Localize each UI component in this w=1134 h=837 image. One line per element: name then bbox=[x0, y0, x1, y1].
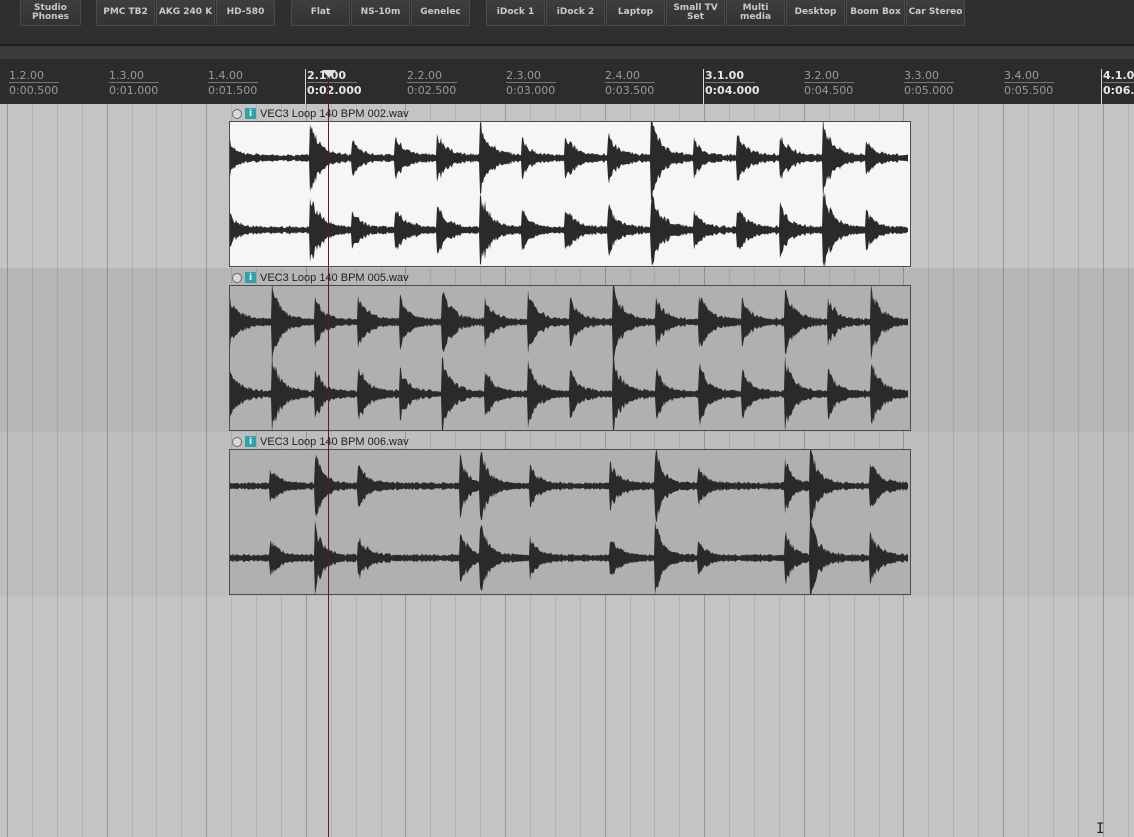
monitor-presets-toolbar: Studio Phones PMC TB2 AKG 240 K HD-580 Flat N… bbox=[0, 0, 1134, 45]
arrange-view[interactable]: i VEC3 Loop 140 BPM 002.wav i VEC3 Loop 140… bbox=[0, 104, 1134, 837]
item-info-icon[interactable]: i bbox=[245, 272, 256, 283]
timeline-ruler[interactable]: 1.2.00 0:00.500 1.3.00 0:01.000 1.4.00 0:01.5… bbox=[0, 60, 1134, 104]
preset-button-idock-1[interactable]: iDock 1 bbox=[486, 0, 545, 26]
preset-button-pmc-tb2[interactable]: PMC TB2 bbox=[96, 0, 155, 26]
waveform-channel bbox=[230, 286, 908, 362]
ruler-beat-label: 1.4.00 bbox=[208, 69, 243, 82]
ruler-time-label: 0:03.500 bbox=[605, 84, 655, 97]
preset-button-car-stereo[interactable]: Car Stereo bbox=[906, 0, 965, 26]
waveform-channel bbox=[230, 192, 908, 266]
bar-line bbox=[1101, 69, 1102, 104]
grid-line bbox=[132, 104, 133, 837]
preset-button-akg-240-k[interactable]: AKG 240 K bbox=[156, 0, 215, 26]
bar-line bbox=[703, 69, 704, 104]
preset-button-hd-580[interactable]: HD-580 bbox=[216, 0, 275, 26]
media-item-waveform[interactable] bbox=[229, 449, 911, 595]
waveform-channel bbox=[230, 354, 908, 430]
ruler-time-label: 0:05.000 bbox=[904, 84, 954, 97]
ruler-beat-label: 1.2.00 bbox=[9, 69, 44, 82]
waveform-graphic bbox=[230, 286, 908, 430]
preset-button-small-tv-set[interactable]: Small TV Set bbox=[666, 0, 725, 26]
grid-line bbox=[1103, 104, 1104, 837]
grid-line bbox=[978, 104, 979, 837]
ruler-beat-label: 2.2.00 bbox=[407, 69, 442, 82]
item-lock-icon[interactable] bbox=[232, 436, 242, 447]
ruler-beat-label: 3.2.00 bbox=[804, 69, 839, 82]
item-info-icon[interactable]: i bbox=[245, 436, 256, 447]
text-cursor-icon: I bbox=[1096, 821, 1105, 837]
preset-button-idock-2[interactable]: iDock 2 bbox=[546, 0, 605, 26]
track-lane[interactable] bbox=[0, 596, 1134, 837]
media-item-header[interactable]: i VEC3 Loop 140 BPM 006.wav bbox=[232, 434, 409, 449]
grid-line bbox=[206, 104, 207, 837]
preset-button-multi-media[interactable]: Multi media bbox=[726, 0, 785, 26]
ruler-beat-label: 4.1.00 bbox=[1103, 69, 1134, 82]
grid-line bbox=[57, 104, 58, 837]
grid-line bbox=[1078, 104, 1079, 837]
grid-line bbox=[1003, 104, 1004, 837]
waveform-graphic bbox=[230, 450, 908, 594]
preset-button-ns-10m[interactable]: NS-10m bbox=[351, 0, 410, 26]
waveform-channel bbox=[230, 519, 908, 594]
preset-button-desktop[interactable]: Desktop bbox=[786, 0, 845, 26]
ruler-time-label: 0:00.500 bbox=[9, 84, 59, 97]
ruler-time-label: 0:01.500 bbox=[208, 84, 258, 97]
grid-line bbox=[953, 104, 954, 837]
toolbar-separator bbox=[0, 45, 1134, 60]
grid-line bbox=[82, 104, 83, 837]
media-item-waveform[interactable] bbox=[229, 285, 911, 431]
ruler-time-label: 0:04.000 bbox=[705, 84, 760, 97]
media-item-header[interactable]: i VEC3 Loop 140 BPM 005.wav bbox=[232, 270, 409, 285]
item-lock-icon[interactable] bbox=[232, 272, 242, 283]
media-item-name: VEC3 Loop 140 BPM 006.wav bbox=[260, 435, 409, 448]
ruler-beat-label: 3.3.00 bbox=[904, 69, 939, 82]
preset-button-flat[interactable]: Flat bbox=[291, 0, 350, 26]
waveform-channel bbox=[230, 122, 908, 201]
ruler-beat-label: 2.3.00 bbox=[506, 69, 541, 82]
ruler-time-label: 0:02.000 bbox=[307, 84, 362, 97]
ruler-time-label: 0:04.500 bbox=[804, 84, 854, 97]
grid-line bbox=[1053, 104, 1054, 837]
media-item-name: VEC3 Loop 140 BPM 002.wav bbox=[260, 107, 409, 120]
ruler-beat-label: 1.3.00 bbox=[109, 69, 144, 82]
item-info-icon[interactable]: i bbox=[245, 108, 256, 119]
grid-line bbox=[1028, 104, 1029, 837]
ruler-time-label: 0:05.500 bbox=[1004, 84, 1054, 97]
grid-line bbox=[156, 104, 157, 837]
grid-line bbox=[181, 104, 182, 837]
playhead-marker-icon[interactable] bbox=[322, 70, 336, 78]
media-item-waveform[interactable] bbox=[229, 121, 911, 267]
playhead-line[interactable] bbox=[328, 68, 329, 837]
media-item-name: VEC3 Loop 140 BPM 005.wav bbox=[260, 271, 409, 284]
preset-button-genelec[interactable]: Genelec bbox=[411, 0, 470, 26]
waveform-graphic bbox=[230, 122, 908, 266]
preset-button-boom-box[interactable]: Boom Box bbox=[846, 0, 905, 26]
grid-line bbox=[107, 104, 108, 837]
media-item-header[interactable]: i VEC3 Loop 140 BPM 002.wav bbox=[232, 106, 409, 121]
ruler-time-label: 0:02.500 bbox=[407, 84, 457, 97]
grid-line bbox=[1128, 104, 1129, 837]
preset-button-laptop[interactable]: Laptop bbox=[606, 0, 665, 26]
preset-button-studio-phones[interactable]: Studio Phones bbox=[20, 0, 81, 26]
item-lock-icon[interactable] bbox=[232, 108, 242, 119]
grid-line bbox=[7, 104, 8, 837]
ruler-time-label: 0:06.000 bbox=[1103, 84, 1134, 97]
ruler-beat-label: 2.4.00 bbox=[605, 69, 640, 82]
waveform-channel bbox=[230, 450, 908, 523]
bar-line bbox=[305, 69, 306, 104]
grid-line bbox=[928, 104, 929, 837]
ruler-time-label: 0:03.000 bbox=[506, 84, 556, 97]
grid-line bbox=[32, 104, 33, 837]
ruler-time-label: 0:01.000 bbox=[109, 84, 159, 97]
ruler-beat-label: 3.4.00 bbox=[1004, 69, 1039, 82]
ruler-beat-label: 3.1.00 bbox=[705, 69, 744, 82]
